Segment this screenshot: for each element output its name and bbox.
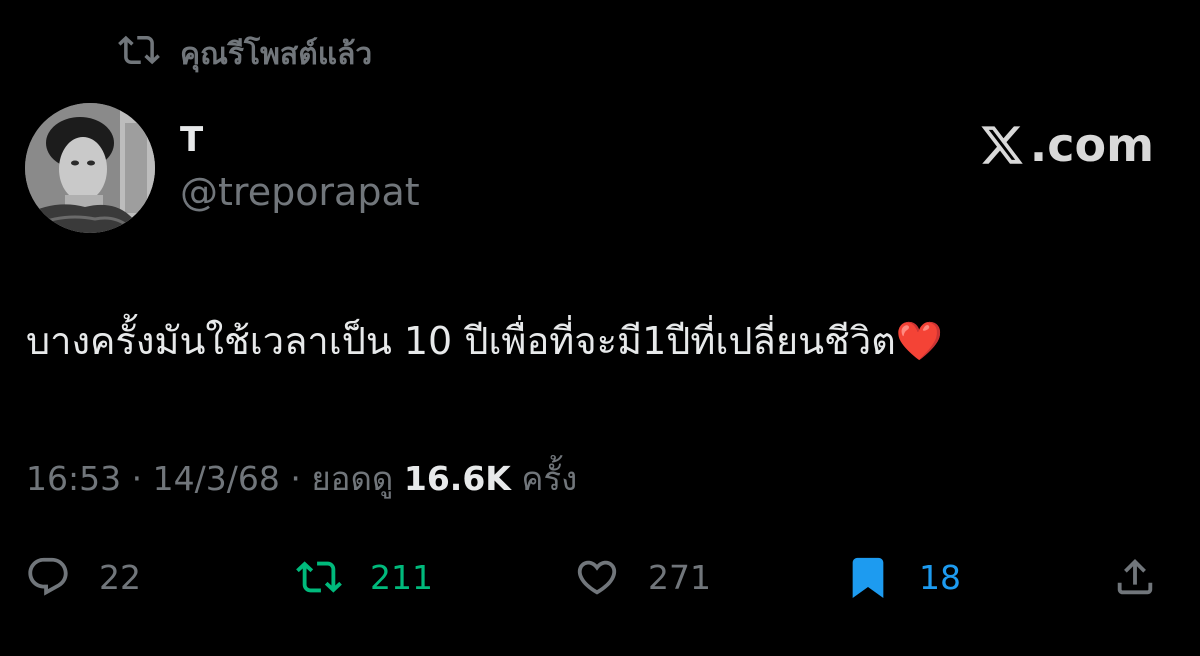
share-icon xyxy=(1117,558,1153,595)
reply-icon xyxy=(28,557,68,596)
tweet-date[interactable]: 14/3/68 xyxy=(153,459,280,498)
reply-button[interactable]: 22 xyxy=(25,545,141,609)
brand-watermark: .com xyxy=(978,118,1154,172)
share-button[interactable] xyxy=(1112,545,1158,609)
heart-icon xyxy=(577,560,617,595)
repost-button[interactable]: 211 xyxy=(296,545,433,609)
views-count[interactable]: 16.6K xyxy=(404,459,511,498)
reposted-banner: คุณรีโพสต์แล้ว xyxy=(118,30,372,78)
like-count: 271 xyxy=(648,557,711,597)
repost-icon xyxy=(118,29,160,79)
display-name[interactable]: T xyxy=(180,120,203,160)
tweet-meta: 16:53 · 14/3/68 · ยอดดู 16.6K ครั้ง xyxy=(26,452,577,505)
x-logo-icon xyxy=(981,126,1023,164)
avatar[interactable] xyxy=(25,103,155,233)
repost-count: 211 xyxy=(370,557,433,597)
bookmark-button[interactable]: 18 xyxy=(845,545,961,609)
repost-icon xyxy=(296,561,342,593)
heart-emoji: ❤️ xyxy=(895,319,944,363)
meta-separator: · xyxy=(290,459,301,498)
brand-domain: .com xyxy=(1029,118,1154,172)
bookmark-count: 18 xyxy=(919,557,961,597)
views-label: ยอดดู xyxy=(311,459,394,498)
tweet-text: บางครั้งมันใช้เวลาเป็น 10 ปีเพื่อที่จะมี… xyxy=(26,310,943,371)
meta-separator: · xyxy=(131,459,143,498)
tweet-time[interactable]: 16:53 xyxy=(26,459,121,498)
bookmark-icon xyxy=(852,557,884,598)
reply-count: 22 xyxy=(99,557,141,597)
views-unit: ครั้ง xyxy=(521,459,578,498)
tweet-card: คุณรีโพสต์แล้ว T @treporapat .com บางครั… xyxy=(0,0,1200,656)
like-button[interactable]: 271 xyxy=(574,545,711,609)
action-bar: 22 211 271 18 xyxy=(0,545,1200,609)
user-handle[interactable]: @treporapat xyxy=(180,170,420,214)
tweet-body: บางครั้งมันใช้เวลาเป็น 10 ปีเพื่อที่จะมี… xyxy=(26,319,896,363)
reposted-label: คุณรีโพสต์แล้ว xyxy=(180,36,373,72)
